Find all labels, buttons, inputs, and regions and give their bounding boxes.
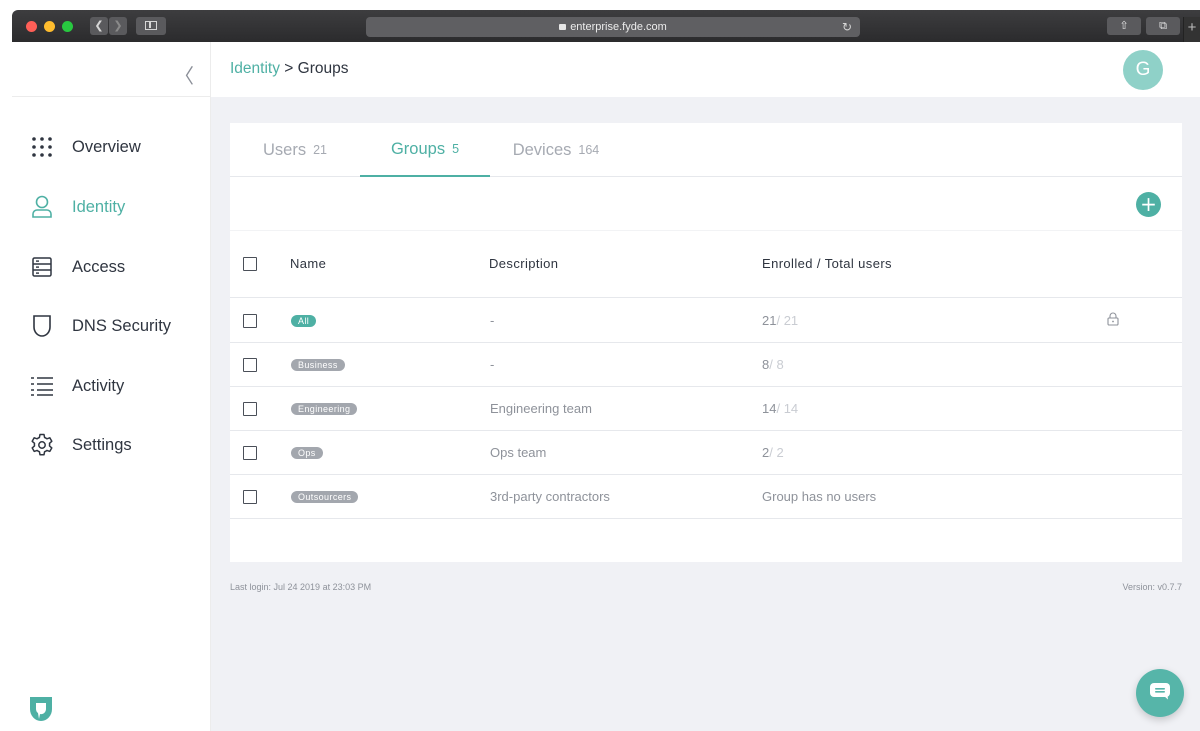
sidebar-item-label: Overview	[72, 137, 141, 156]
select-all-checkbox[interactable]	[243, 257, 257, 271]
table-header: Name Description Enrolled / Total users	[230, 231, 1182, 298]
enrolled-value: 14	[762, 401, 777, 416]
table-toolbar: +	[230, 177, 1182, 231]
group-badge[interactable]: All	[291, 315, 317, 327]
group-badge[interactable]: Business	[291, 359, 345, 371]
url-text: enterprise.fyde.com	[570, 21, 667, 33]
row-checkbox[interactable]	[243, 314, 257, 328]
share-button[interactable]: ⇧	[1107, 17, 1141, 35]
group-description: -	[490, 313, 495, 328]
sidebar-item-label: Identity	[72, 197, 126, 216]
version-text: Version: v0.7.7	[1122, 582, 1182, 592]
fullscreen-window-button[interactable]	[62, 21, 73, 32]
enrolled-count: 8/ 8	[762, 357, 784, 372]
total-value: / 8	[769, 357, 784, 372]
lock-icon	[559, 24, 567, 30]
table-row[interactable]: Engineering Engineering team 14/ 14	[230, 387, 1182, 431]
group-description: Ops team	[490, 445, 547, 460]
tab-users[interactable]: Users 21	[245, 123, 345, 177]
tab-bar: Users 21 Groups 5 Devices 164	[230, 123, 1182, 177]
add-group-button[interactable]: +	[1136, 192, 1161, 217]
sidebar-item-activity[interactable]: Activity	[12, 366, 211, 406]
column-header-description[interactable]: Description	[489, 256, 558, 271]
sidebar-item-settings[interactable]: Settings	[12, 425, 211, 465]
sidebar-item-label: Access	[72, 257, 126, 276]
tab-devices[interactable]: Devices 164	[501, 123, 611, 177]
column-header-name[interactable]: Name	[290, 256, 326, 271]
fyde-logo-icon	[28, 695, 54, 728]
sidebar-item-label: Activity	[72, 376, 125, 395]
avatar[interactable]: G	[1123, 50, 1163, 90]
breadcrumb-current: Groups	[297, 60, 349, 77]
enrolled-value: Group has no users	[762, 489, 877, 504]
breadcrumb-link-identity[interactable]: Identity	[230, 60, 280, 77]
chat-bubble-icon	[1149, 682, 1171, 705]
reload-icon[interactable]: ↻	[842, 17, 852, 37]
enrolled-count: 21/ 21	[762, 313, 798, 328]
table-row[interactable]: All - 21/ 21	[230, 299, 1182, 343]
breadcrumb-separator: >	[279, 60, 298, 77]
sidebar-item-overview[interactable]: Overview	[12, 127, 211, 167]
tab-groups[interactable]: Groups 5	[360, 123, 490, 177]
sidebar-item-dns-security[interactable]: DNS Security	[12, 306, 211, 346]
tab-label: Groups	[390, 139, 446, 158]
group-badge[interactable]: Outsourcers	[291, 491, 359, 503]
sidebar-item-identity[interactable]: Identity	[12, 187, 211, 227]
group-description: -	[490, 357, 495, 372]
group-badge[interactable]: Ops	[291, 447, 323, 459]
lock-icon	[1107, 312, 1119, 331]
last-login-text: Last login: Jul 24 2019 at 23:03 PM	[230, 582, 372, 592]
app-window: 〈 Overview Identity Access DNS Security …	[12, 42, 1200, 731]
breadcrumb: Identity > Groups	[230, 60, 349, 78]
collapse-sidebar-button[interactable]: 〈	[174, 60, 194, 89]
row-checkbox[interactable]	[243, 402, 257, 416]
column-header-enrolled[interactable]: Enrolled / Total users	[762, 256, 892, 271]
row-checkbox[interactable]	[243, 358, 257, 372]
tab-label: Users	[263, 140, 307, 159]
tab-overview-button[interactable]: ⧉	[1146, 17, 1180, 35]
total-value: / 14	[776, 401, 799, 416]
grid-dots-icon	[30, 135, 54, 159]
sidebar-item-access[interactable]: Access	[12, 247, 211, 287]
group-badge[interactable]: Engineering	[291, 403, 358, 415]
enrolled-count: Group has no users	[762, 489, 876, 504]
browser-toolbar: ❮ ❯ enterprise.fyde.com ↻ ⇧ ⧉ +	[12, 10, 1200, 42]
server-icon	[30, 255, 54, 279]
browser-back-button[interactable]: ❮	[90, 17, 108, 35]
minimize-window-button[interactable]	[44, 21, 55, 32]
browser-sidebar-button[interactable]	[136, 17, 166, 35]
sidebar-header: 〈	[12, 42, 211, 97]
groups-card: Users 21 Groups 5 Devices 164 + Name Descri…	[230, 123, 1182, 562]
table-row[interactable]: Ops Ops team 2/ 2	[230, 431, 1182, 475]
enrolled-value: 21	[762, 313, 777, 328]
list-icon	[30, 374, 54, 398]
sidebar-item-label: DNS Security	[72, 316, 172, 335]
row-checkbox[interactable]	[243, 490, 257, 504]
enrolled-count: 14/ 14	[762, 401, 798, 416]
shield-icon	[30, 314, 54, 338]
group-description: Engineering team	[490, 401, 592, 416]
browser-forward-button[interactable]: ❯	[109, 17, 127, 35]
address-bar[interactable]: enterprise.fyde.com ↻	[366, 17, 860, 37]
group-description: 3rd-party contractors	[490, 489, 610, 504]
sidebar: 〈 Overview Identity Access DNS Security …	[12, 42, 211, 731]
tab-count: 164	[578, 143, 600, 157]
sidebar-toggle-icon	[145, 21, 157, 30]
enrolled-count: 2/ 2	[762, 445, 784, 460]
table-row[interactable]: Business - 8/ 8	[230, 343, 1182, 387]
tab-label: Devices	[512, 140, 572, 159]
gear-icon	[30, 433, 54, 457]
tab-count: 5	[452, 142, 460, 156]
user-icon	[30, 195, 54, 219]
total-value: / 2	[769, 445, 784, 460]
close-window-button[interactable]	[26, 21, 37, 32]
total-value: / 21	[776, 313, 799, 328]
table-row[interactable]: Outsourcers 3rd-party contractors Group …	[230, 475, 1182, 519]
row-checkbox[interactable]	[243, 446, 257, 460]
sidebar-item-label: Settings	[72, 435, 132, 454]
page-header: Identity > Groups G	[211, 42, 1200, 97]
new-tab-button[interactable]: +	[1183, 17, 1200, 42]
tab-count: 21	[313, 143, 327, 157]
chat-button[interactable]	[1136, 669, 1184, 717]
